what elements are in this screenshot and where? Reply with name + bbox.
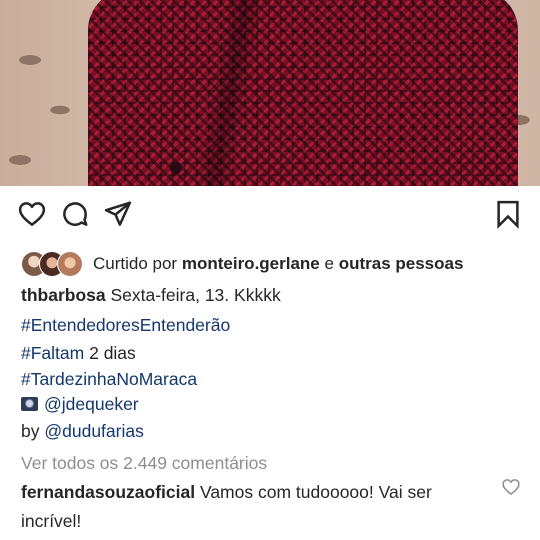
photo-lapel (200, 0, 260, 186)
camera-emoji-icon (21, 397, 38, 411)
comment-text: Vamos com tudooooo! Vai ser (199, 482, 432, 502)
likes-row[interactable]: Curtido por monteiro.gerlane e outras pe… (21, 250, 463, 278)
caption-by-line: by @dudufarias (21, 420, 144, 442)
caption-first-line: thbarbosa Sexta-feira, 13. Kkkkk (21, 284, 281, 306)
comment-like-button[interactable] (501, 477, 521, 497)
mention-dudufarias[interactable]: @dudufarias (44, 421, 144, 441)
hashtag-tardezinha[interactable]: #TardezinhaNoMaraca (21, 368, 197, 390)
caption-text: Sexta-feira, 13. Kkkkk (110, 285, 281, 305)
small-heart-icon (502, 479, 520, 495)
comment-author[interactable]: fernandasouzaoficial (21, 482, 195, 502)
mention-jdequeker[interactable]: @jdequeker (44, 393, 139, 415)
photo-jacket (88, 0, 518, 186)
caption-faltam-line: #Faltam 2 dias (21, 342, 136, 364)
likes-others[interactable]: outras pessoas (339, 254, 464, 274)
avatar (57, 251, 83, 277)
hashtag-faltam[interactable]: #Faltam (21, 343, 84, 363)
share-icon (104, 201, 132, 226)
likes-connector: e (324, 254, 334, 273)
share-button[interactable] (100, 196, 136, 232)
bookmark-icon (497, 200, 519, 229)
comment-button[interactable] (57, 196, 93, 232)
post-photo[interactable] (0, 0, 540, 186)
save-button[interactable] (490, 196, 526, 232)
caption-by-prefix: by (21, 421, 40, 441)
caption-author[interactable]: thbarbosa (21, 285, 106, 305)
caption-mention-line: @jdequeker (21, 393, 139, 415)
heart-icon (18, 202, 46, 226)
view-all-comments-link[interactable]: Ver todos os 2.449 comentários (21, 452, 267, 474)
liker-avatars (21, 251, 83, 277)
like-button[interactable] (14, 196, 50, 232)
comment-icon (63, 202, 88, 226)
likes-prefix: Curtido por (93, 254, 178, 273)
hashtag-entendedores[interactable]: #EntendedoresEntenderão (21, 314, 230, 336)
liker-username[interactable]: monteiro.gerlane (182, 254, 320, 274)
comment-first-line: fernandasouzaoficial Vamos com tudooooo!… (21, 481, 432, 503)
action-bar (0, 196, 540, 236)
comment-second-line: incrível! (21, 511, 82, 531)
caption-faltam-text: 2 dias (89, 343, 136, 363)
photo-jacket-button (170, 162, 182, 174)
